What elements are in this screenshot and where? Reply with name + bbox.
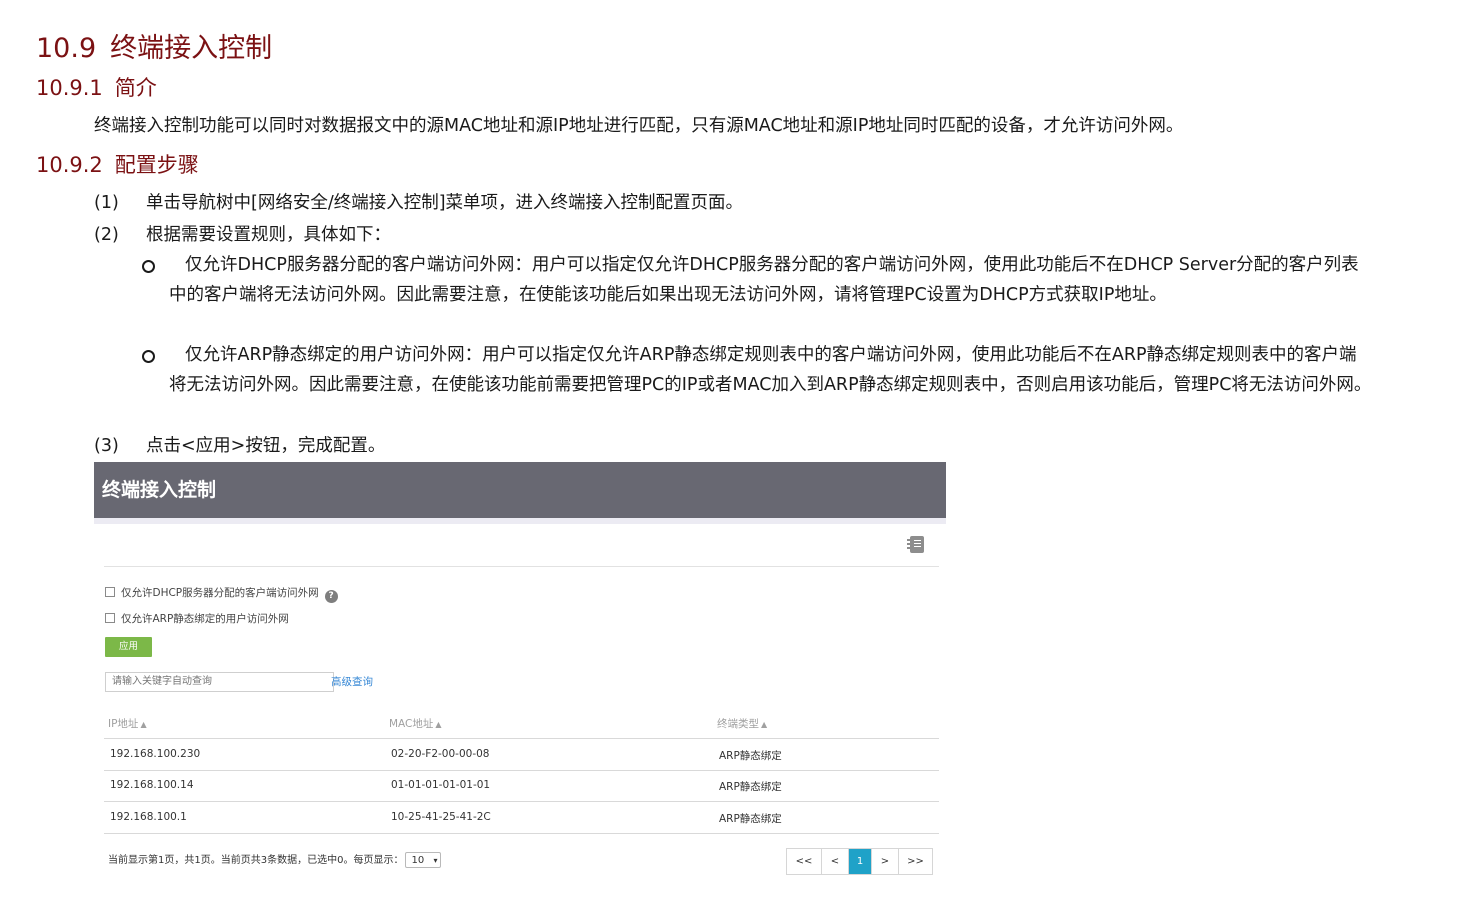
table-cell-mac: 10-25-41-25-41-2C [391, 811, 491, 823]
terminal-access-control-panel: 终端接入控制 仅允许DHCP服务器分配的客户端访问外网? 仅允许ARP静态绑定的… [94, 462, 946, 882]
subsection-title: 简介 [114, 76, 157, 100]
page-1-button[interactable]: 1 [849, 849, 872, 874]
column-label: 终端类型 [717, 718, 759, 730]
table-cell-mac: 01-01-01-01-01-01 [391, 779, 491, 791]
table-cell-mac: 02-20-F2-00-00-08 [391, 748, 490, 760]
table-cell-type: ARP静态绑定 [719, 750, 782, 762]
intro-paragraph: 终端接入控制功能可以同时对数据报文中的源MAC地址和源IP地址进行匹配，只有源M… [94, 116, 1184, 136]
column-label: MAC地址 [389, 718, 434, 730]
table-cell-ip: 192.168.100.1 [110, 811, 187, 823]
step-number: (3) [94, 436, 119, 456]
bullet-circle-icon [142, 260, 155, 273]
sort-up-icon[interactable]: ▲ [435, 720, 441, 729]
step-text: 单击导航树中[网络安全/终端接入控制]菜单项，进入终端接入控制配置页面。 [146, 193, 744, 213]
table-cell-type: ARP静态绑定 [719, 813, 782, 825]
arp-only-label: 仅允许ARP静态绑定的用户访问外网 [121, 613, 289, 625]
page-size-value: 10 [411, 855, 425, 866]
help-icon[interactable]: ? [324, 590, 338, 603]
table-row-line [104, 833, 939, 834]
table-cell-ip: 192.168.100.230 [110, 748, 201, 760]
dhcp-only-checkbox[interactable] [105, 587, 115, 597]
pagination: << < 1 > >> [786, 848, 933, 875]
table-row-line [104, 770, 939, 771]
subsection-title: 配置步骤 [114, 153, 199, 177]
table-row-line [104, 801, 939, 802]
table-header-line [104, 738, 939, 739]
subsection-heading-intro: 10.9.1 简介 [36, 72, 157, 102]
pagination-status-text: 当前显示第1页，共1页。当前页共3条数据，已选中0。每页显示： [108, 855, 404, 866]
panel-header-strip [94, 518, 946, 524]
step-1: (1) 单击导航树中[网络安全/终端接入控制]菜单项，进入终端接入控制配置页面。 [94, 189, 743, 214]
step-text: 根据需要设置规则，具体如下： [146, 225, 391, 245]
search-input[interactable] [105, 672, 334, 692]
option-dhcp-only[interactable]: 仅允许DHCP服务器分配的客户端访问外网? [105, 585, 338, 603]
pagination-status: 当前显示第1页，共1页。当前页共3条数据，已选中0。每页显示： 10 ▾ [108, 851, 442, 868]
first-page-button[interactable]: << [787, 849, 822, 874]
column-label: IP地址 [108, 718, 139, 730]
step-text: 点击<应用>按钮，完成配置。 [146, 436, 386, 456]
bullet-circle-icon [142, 350, 155, 363]
step-2: (2) 根据需要设置规则，具体如下： [94, 221, 391, 246]
next-page-button[interactable]: > [872, 849, 899, 874]
apply-button[interactable]: 应用 [105, 637, 152, 657]
divider [104, 566, 939, 567]
sort-up-icon[interactable]: ▲ [140, 720, 146, 729]
column-header-mac[interactable]: MAC地址 ▲ [389, 716, 442, 731]
panel-header: 终端接入控制 [94, 462, 946, 518]
sort-up-icon[interactable]: ▲ [761, 720, 767, 729]
last-page-button[interactable]: >> [899, 849, 932, 874]
subsection-number: 10.9.2 [36, 153, 103, 177]
page-size-select[interactable]: 10 ▾ [405, 852, 442, 868]
bullet-dhcp: 仅允许DHCP服务器分配的客户端访问外网：用户可以指定仅允许DHCP服务器分配的… [169, 255, 1359, 305]
table-cell-ip: 192.168.100.14 [110, 779, 194, 791]
column-header-type[interactable]: 终端类型 ▲ [717, 716, 767, 731]
panel-title: 终端接入控制 [102, 479, 217, 501]
section-heading: 10.9 终端接入控制 [36, 26, 272, 65]
subsection-number: 10.9.1 [36, 76, 103, 100]
step-number: (2) [94, 225, 119, 245]
option-arp-only[interactable]: 仅允许ARP静态绑定的用户访问外网 [105, 611, 289, 626]
chevron-down-icon: ▾ [433, 856, 438, 865]
subsection-heading-steps: 10.9.2 配置步骤 [36, 149, 199, 179]
section-title: 终端接入控制 [110, 33, 273, 64]
step-number: (1) [94, 193, 119, 213]
section-number: 10.9 [36, 33, 97, 64]
table-cell-type: ARP静态绑定 [719, 781, 782, 793]
dhcp-only-label: 仅允许DHCP服务器分配的客户端访问外网 [121, 587, 319, 599]
advanced-search-link[interactable]: 高级查询 [331, 674, 373, 689]
step-3: (3) 点击<应用>按钮，完成配置。 [94, 432, 385, 457]
arp-only-checkbox[interactable] [105, 613, 115, 623]
prev-page-button[interactable]: < [822, 849, 849, 874]
column-header-ip[interactable]: IP地址 ▲ [108, 716, 147, 731]
notebook-icon[interactable] [907, 536, 924, 553]
bullet-arp: 仅允许ARP静态绑定的用户访问外网：用户可以指定仅允许ARP静态绑定规则表中的客… [169, 345, 1372, 395]
